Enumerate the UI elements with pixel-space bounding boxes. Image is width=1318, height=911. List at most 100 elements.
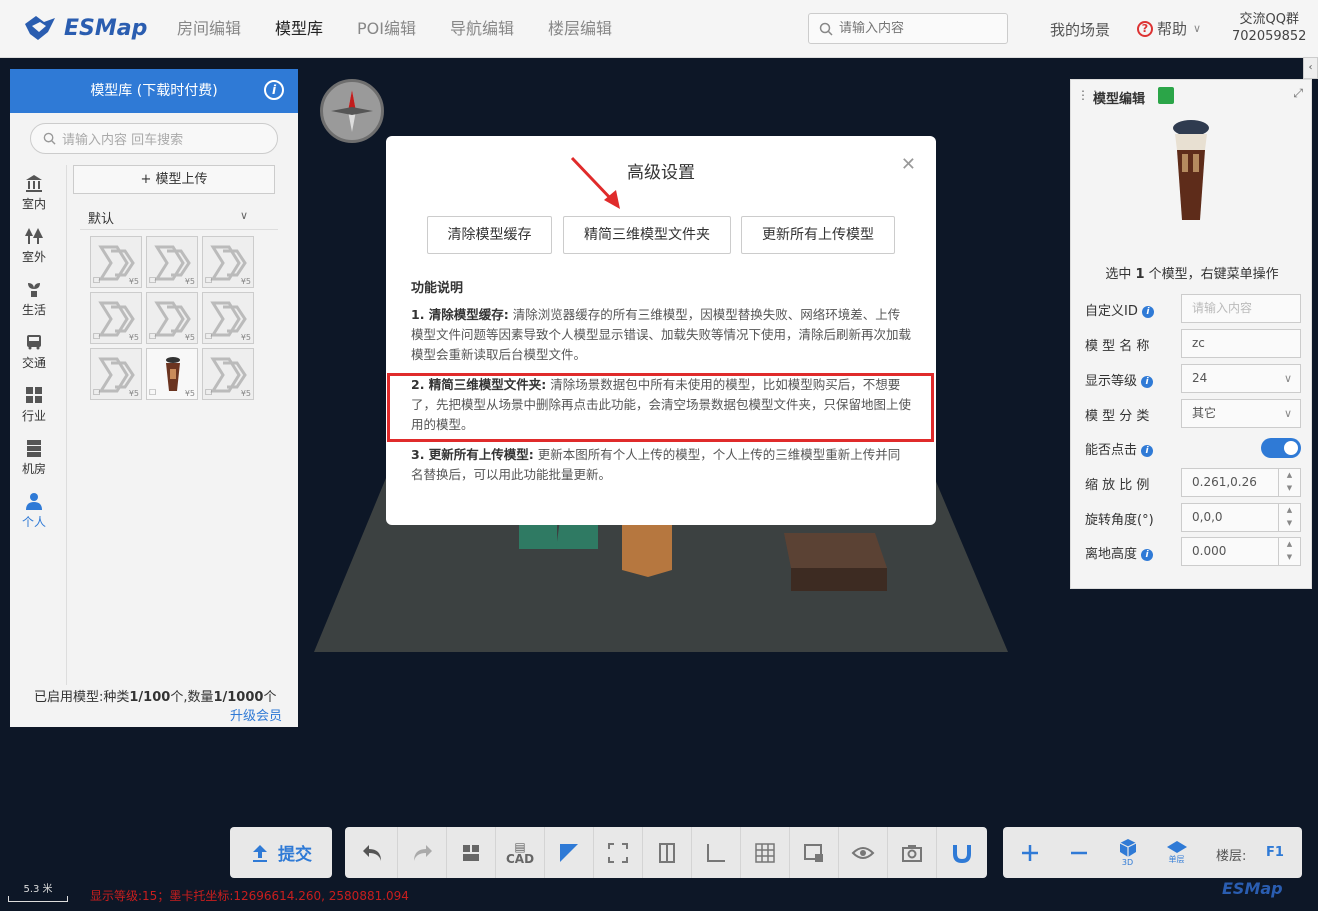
display-level-select[interactable]: 24 ∨ xyxy=(1181,364,1301,393)
nav-model-library[interactable]: 模型库 xyxy=(258,0,340,58)
model-search-input[interactable]: 请输入内容 回车搜索 xyxy=(30,123,278,154)
my-scene-link[interactable]: 我的场景 xyxy=(1050,19,1110,40)
chevron-down-icon: ∨ xyxy=(1283,372,1292,385)
advanced-settings-dialog: 高级设置 ✕ 清除模型缓存 精简三维模型文件夹 更新所有上传模型 功能说明 1.… xyxy=(386,136,936,525)
custom-id-input[interactable]: 请输入内容 xyxy=(1181,294,1301,323)
model-category-select[interactable]: 其它 ∨ xyxy=(1181,399,1301,428)
tab-traffic[interactable]: 交通 xyxy=(10,326,58,379)
snap-button[interactable] xyxy=(937,827,986,878)
model-thumbnail[interactable]: ☐ ¥5 xyxy=(202,236,254,288)
nav-poi-edit[interactable]: POI编辑 xyxy=(340,0,433,58)
info-icon[interactable]: i xyxy=(1141,306,1154,318)
help-menu[interactable]: ? 帮助 ∨ xyxy=(1137,18,1201,39)
upgrade-link[interactable]: 升级会员 xyxy=(230,705,282,724)
edit-icon[interactable]: ☐ xyxy=(149,388,156,397)
view-3d-button[interactable]: 3D xyxy=(1103,827,1152,878)
submit-button[interactable]: 提交 xyxy=(230,827,332,878)
zoom-in-button[interactable] xyxy=(1005,827,1054,878)
screenshot-button[interactable] xyxy=(888,827,937,878)
visibility-button[interactable] xyxy=(839,827,888,878)
draw-tool-button[interactable] xyxy=(545,827,594,878)
redo-icon xyxy=(414,844,432,861)
tab-industry[interactable]: 行业 xyxy=(10,379,58,432)
tab-outdoor[interactable]: 室外 xyxy=(10,220,58,273)
model-thumbnail[interactable]: ☐ ¥5 xyxy=(202,292,254,344)
edit-icon[interactable]: ☐ xyxy=(93,388,100,397)
usage-suffix: 个 xyxy=(263,690,277,705)
model-grid: ☐ ¥5 ☐ ¥5 ☐ ¥5 ☐ ¥5 ☐ ¥5 ☐ ¥5 ☐ ¥5 ☐ ¥5 ☐ ¥5 xyxy=(90,236,260,400)
update-uploaded-models-button[interactable]: 更新所有上传模型 xyxy=(741,216,895,254)
model-thumbnail-selected[interactable]: ☐ ¥5 xyxy=(146,348,198,400)
nav-floor-edit[interactable]: 楼层编辑 xyxy=(531,0,629,58)
model-thumbnail[interactable]: ☐ ¥5 xyxy=(146,236,198,288)
simplify-model-folder-button[interactable]: 精简三维模型文件夹 xyxy=(563,216,731,254)
tab-server-room[interactable]: 机房 xyxy=(10,432,58,485)
tab-indoor[interactable]: 室内 xyxy=(10,167,58,220)
camera-icon xyxy=(902,844,922,862)
stepper-icon[interactable]: ▲ ▼ xyxy=(1278,538,1300,565)
info-icon[interactable]: i xyxy=(264,80,284,100)
rotation-input[interactable]: 0,0,0 ▲ ▼ xyxy=(1181,503,1301,532)
model-thumbnail[interactable]: ☐ ¥5 xyxy=(146,292,198,344)
model-upload-button[interactable]: + 模型上传 xyxy=(73,165,275,194)
info-icon[interactable]: i xyxy=(1141,376,1154,388)
measure-button[interactable] xyxy=(692,827,741,878)
edit-icon[interactable]: ☐ xyxy=(149,276,156,285)
brand-logo[interactable]: ESMap xyxy=(22,12,147,44)
field-label: 缩 放 比 例 xyxy=(1085,478,1150,493)
clickable-toggle[interactable] xyxy=(1261,438,1301,458)
align-button[interactable] xyxy=(643,827,692,878)
model-thumbnail[interactable]: ☐ ¥5 xyxy=(90,236,142,288)
qq-group-info: 交流QQ群 702059852 xyxy=(1232,11,1306,45)
info-icon[interactable]: i xyxy=(1141,549,1154,561)
nav-navigation-edit[interactable]: 导航编辑 xyxy=(433,0,531,58)
edit-icon[interactable]: ☐ xyxy=(205,388,212,397)
usage-mid: 个,数量 xyxy=(170,690,214,705)
layer-button[interactable] xyxy=(790,827,839,878)
stepper-icon[interactable]: ▲ ▼ xyxy=(1278,504,1300,531)
clear-model-cache-button[interactable]: 清除模型缓存 xyxy=(427,216,552,254)
logo-text: ESMap xyxy=(64,15,148,41)
model-tool-button[interactable] xyxy=(447,827,496,878)
model-thumbnail[interactable]: ☐ ¥5 xyxy=(90,292,142,344)
category-select[interactable]: 默认 xyxy=(88,208,114,227)
single-floor-button[interactable]: 单层 xyxy=(1152,827,1201,878)
info-icon[interactable]: i xyxy=(1141,445,1154,457)
model-name-input[interactable]: zc xyxy=(1181,329,1301,358)
model-thumbnail[interactable]: ☐ ¥5 xyxy=(90,348,142,400)
model-thumbnail[interactable]: ☐ ¥5 xyxy=(202,348,254,400)
undo-button[interactable] xyxy=(349,827,398,878)
field-label-text: 离地高度 xyxy=(1085,547,1138,562)
height-input[interactable]: 0.000 ▲ ▼ xyxy=(1181,537,1301,566)
bookmark-icon[interactable] xyxy=(1158,87,1174,104)
search-input[interactable] xyxy=(839,21,999,36)
tab-label: 行业 xyxy=(21,409,46,423)
edit-icon[interactable]: ☐ xyxy=(205,332,212,341)
floor-select[interactable]: F1 xyxy=(1266,845,1284,860)
qq-number: 702059852 xyxy=(1232,29,1307,44)
cad-button[interactable]: ▤ CAD xyxy=(496,827,545,878)
zoom-out-button[interactable] xyxy=(1054,827,1103,878)
nav-room-edit[interactable]: 房间编辑 xyxy=(160,0,258,58)
fullscreen-button[interactable] xyxy=(594,827,643,878)
field-label: 旋转角度(°) xyxy=(1085,513,1154,528)
edit-icon[interactable]: ☐ xyxy=(93,276,100,285)
scale-input[interactable]: 0.261,0.26 ▲ ▼ xyxy=(1181,468,1301,497)
model-price: ¥5 xyxy=(240,333,251,342)
model-price: ¥5 xyxy=(240,389,251,398)
usage-prefix: 已启用模型:种类 xyxy=(34,690,130,705)
edit-icon[interactable]: ☐ xyxy=(149,332,156,341)
tab-life[interactable]: 生活 xyxy=(10,273,58,326)
grid-button[interactable] xyxy=(741,827,790,878)
redo-button[interactable] xyxy=(398,827,447,878)
collapse-right-icon[interactable]: ‹ xyxy=(1303,57,1318,79)
edit-icon[interactable]: ☐ xyxy=(205,276,212,285)
close-icon[interactable]: ✕ xyxy=(901,154,916,175)
compass[interactable] xyxy=(320,79,384,143)
chevron-down-icon[interactable]: ∨ xyxy=(240,209,248,222)
stepper-icon[interactable]: ▲ ▼ xyxy=(1278,469,1300,496)
edit-icon[interactable]: ☐ xyxy=(93,332,100,341)
triangle-icon xyxy=(560,843,578,862)
tab-personal[interactable]: 个人 xyxy=(10,485,58,538)
expand-icon[interactable]: ⤢ xyxy=(1293,86,1303,101)
